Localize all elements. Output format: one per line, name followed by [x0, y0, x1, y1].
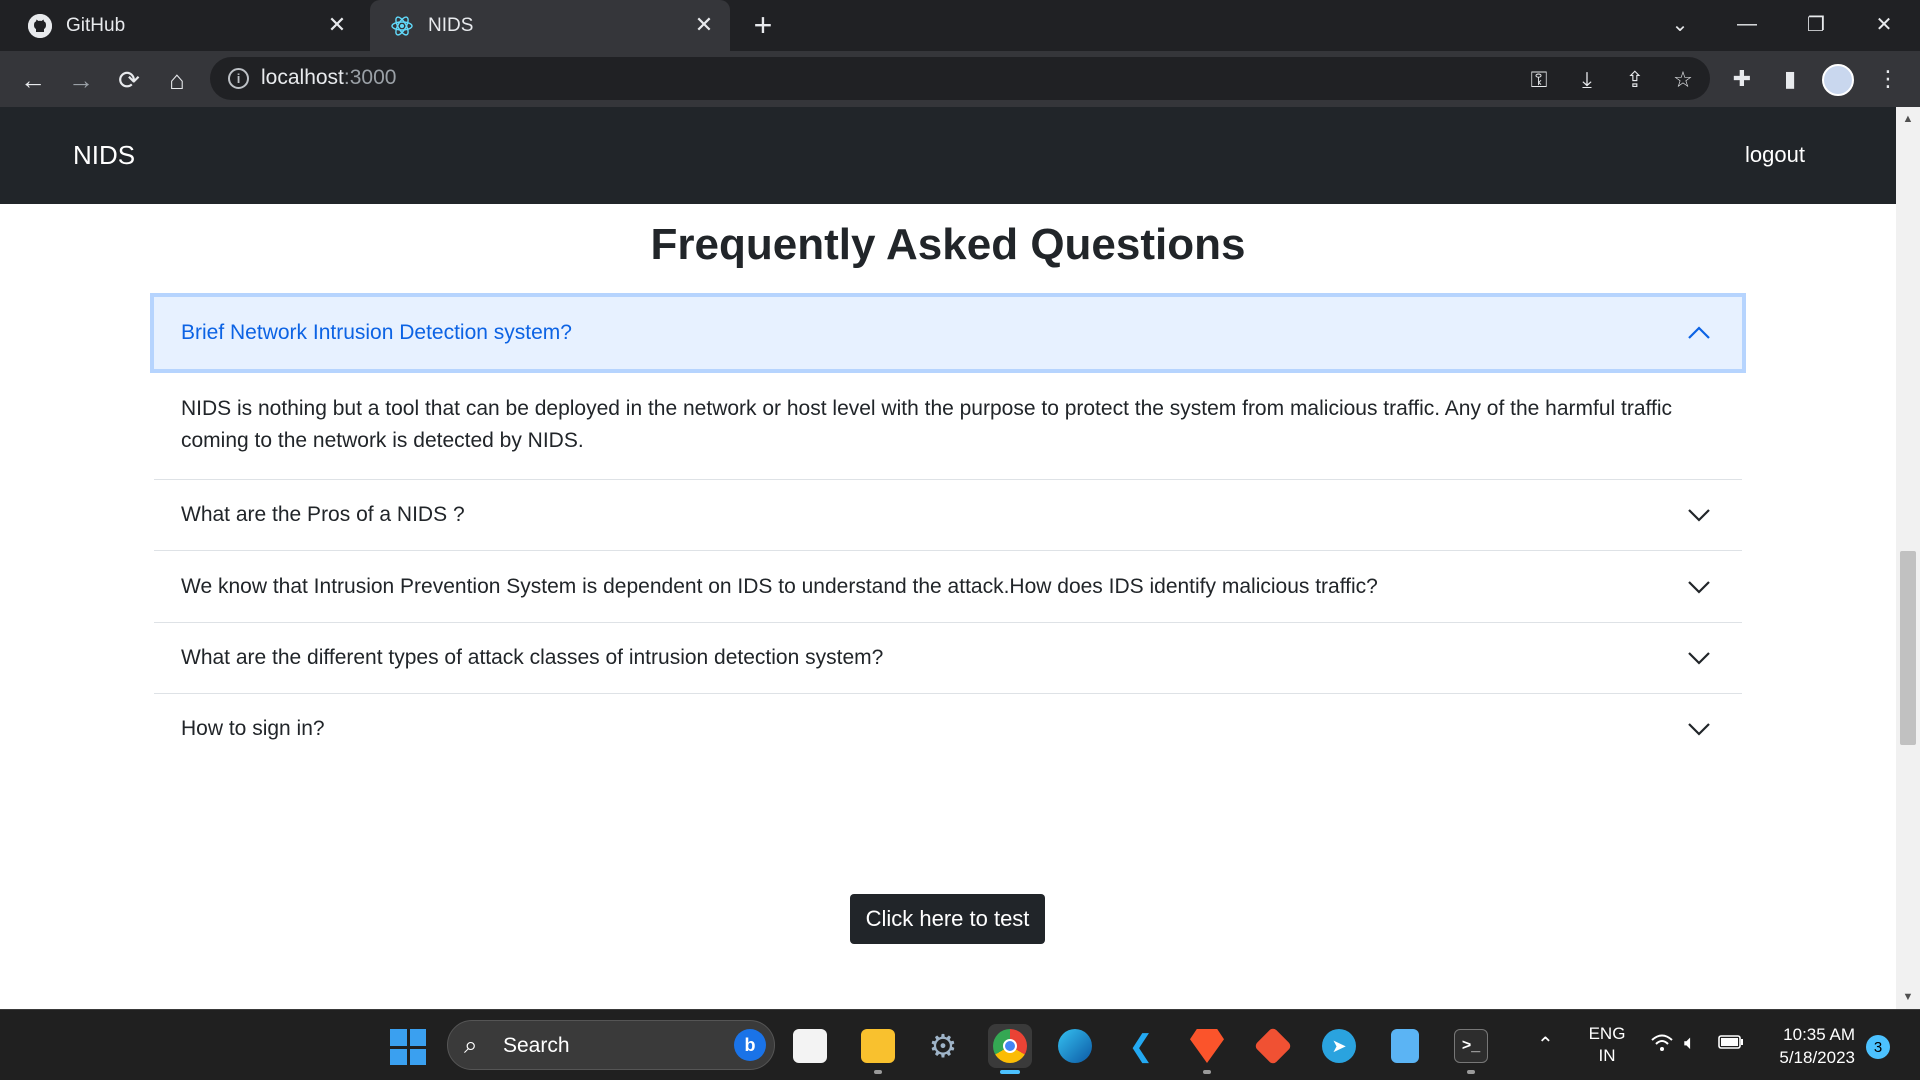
chevron-up-icon	[1686, 320, 1712, 346]
faq-accordion: Brief Network Intrusion Detection system…	[150, 293, 1746, 764]
clock-time: 10:35 AM	[1783, 1025, 1855, 1044]
back-arrow-icon[interactable]: ←	[16, 63, 50, 97]
notepad-app-icon[interactable]	[1383, 1024, 1427, 1068]
page-title: Frequently Asked Questions	[650, 220, 1246, 269]
accordion-header-ids-identify[interactable]: We know that Intrusion Prevention System…	[154, 551, 1742, 622]
side-panel-icon[interactable]: ▮	[1774, 63, 1806, 95]
tab-github[interactable]: GitHub ✕	[28, 0, 363, 51]
url-port: :3000	[343, 66, 397, 89]
chevron-down-icon	[1686, 716, 1712, 742]
share-icon[interactable]: ⇪	[1621, 66, 1649, 94]
github-icon	[28, 13, 52, 38]
notification-badge[interactable]: 3	[1866, 1035, 1890, 1059]
show-hidden-icons-chevron-icon[interactable]: ⌃	[1537, 1032, 1554, 1057]
language-code: ENG	[1588, 1024, 1626, 1043]
accordion-header-attack-classes[interactable]: What are the different types of attack c…	[154, 623, 1742, 693]
chrome-app-icon[interactable]	[988, 1024, 1032, 1074]
window-close-icon[interactable]: ✕	[1864, 8, 1904, 40]
chevron-down-icon	[1686, 502, 1712, 528]
accordion-answer: NIDS is nothing but a tool that can be d…	[181, 397, 1672, 452]
edge-app-icon[interactable]	[1053, 1024, 1097, 1068]
page-scrollbar[interactable]: ▲ ▼	[1896, 107, 1920, 1009]
volume-icon[interactable]: 🔈︎	[1684, 1032, 1696, 1055]
accordion-item: How to sign in?	[154, 694, 1742, 764]
info-icon[interactable]: i	[228, 68, 249, 89]
battery-icon[interactable]	[1718, 1034, 1744, 1055]
accordion-question: What are the different types of attack c…	[181, 646, 884, 669]
wifi-icon[interactable]	[1650, 1032, 1674, 1060]
terminal-app-icon[interactable]: >_	[1449, 1024, 1493, 1074]
page-viewport: NIDS logout Frequently Asked Questions B…	[0, 107, 1896, 1009]
browser-tab-strip: GitHub ✕ NIDS ✕ + ⌄ — ❐ ✕	[0, 0, 1920, 51]
scroll-down-arrow-icon[interactable]: ▼	[1902, 991, 1914, 1003]
restore-icon[interactable]: ❐	[1796, 8, 1836, 40]
close-icon[interactable]: ✕	[325, 12, 349, 37]
telegram-app-icon[interactable]: ➤	[1317, 1024, 1361, 1068]
tab-nids[interactable]: NIDS ✕	[370, 0, 730, 51]
chevron-down-icon	[1686, 645, 1712, 671]
accordion-header-sign-in[interactable]: How to sign in?	[154, 694, 1742, 764]
language-indicator[interactable]: ENG IN	[1587, 1023, 1627, 1067]
forward-arrow-icon[interactable]: →	[64, 63, 98, 97]
profile-avatar[interactable]	[1822, 64, 1854, 96]
accordion-item: What are the different types of attack c…	[154, 623, 1742, 694]
install-app-icon[interactable]: ⤓	[1573, 66, 1601, 94]
accordion-question: We know that Intrusion Prevention System…	[181, 574, 1378, 598]
react-icon	[390, 14, 414, 38]
logout-link[interactable]: logout	[1745, 142, 1805, 168]
taskbar-search-box[interactable]: ⌕ Search b	[447, 1020, 775, 1070]
accordion-header-brief-nids[interactable]: Brief Network Intrusion Detection system…	[150, 293, 1746, 373]
browser-toolbar: ← → ⟳ ⌂ i localhost:3000 ⚿ ⤓ ⇪ ☆ ✚ ▮ ⋮	[0, 51, 1920, 107]
brave-app-icon[interactable]	[1185, 1024, 1229, 1074]
vscode-app-icon[interactable]: ❮	[1119, 1024, 1163, 1068]
settings-gear-icon[interactable]: ⚙	[921, 1024, 965, 1068]
accordion-item: What are the Pros of a NIDS ?	[154, 480, 1742, 551]
minimize-icon[interactable]: —	[1727, 8, 1767, 40]
scroll-up-arrow-icon[interactable]: ▲	[1902, 113, 1914, 125]
accordion-question: Brief Network Intrusion Detection system…	[181, 321, 572, 344]
clock[interactable]: 10:35 AM 5/18/2023	[1770, 1023, 1855, 1069]
chevron-down-icon	[1686, 574, 1712, 600]
tab-title: NIDS	[428, 14, 474, 36]
windows-taskbar: ⌕ Search b ⚙ ❮ ➤ >_ ⌃ ENG IN 🔈︎ 10:35 AM…	[0, 1009, 1920, 1080]
reload-icon[interactable]: ⟳	[112, 63, 146, 97]
click-here-to-test-button[interactable]: Click here to test	[850, 894, 1045, 944]
bing-icon[interactable]: b	[734, 1029, 766, 1061]
windows-start-icon[interactable]	[390, 1029, 426, 1065]
tab-title: GitHub	[66, 14, 126, 36]
scrollbar-thumb[interactable]	[1900, 551, 1916, 745]
tab-search-chevron-icon[interactable]: ⌄	[1660, 8, 1700, 40]
app-navbar: NIDS logout	[0, 107, 1896, 204]
search-icon: ⌕	[464, 1032, 478, 1059]
url-host: localhost	[261, 66, 344, 89]
accordion-item: We know that Intrusion Prevention System…	[154, 551, 1742, 623]
key-icon[interactable]: ⚿	[1525, 66, 1553, 94]
address-bar[interactable]: i localhost:3000 ⚿ ⤓ ⇪ ☆	[210, 57, 1710, 100]
clock-date: 5/18/2023	[1779, 1048, 1855, 1067]
accordion-header-pros[interactable]: What are the Pros of a NIDS ?	[154, 480, 1742, 550]
accordion-question: How to sign in?	[181, 717, 325, 740]
git-app-icon[interactable]	[1251, 1024, 1295, 1068]
region-code: IN	[1598, 1046, 1616, 1065]
more-menu-icon[interactable]: ⋮	[1872, 63, 1904, 95]
extensions-puzzle-icon[interactable]: ✚	[1726, 63, 1758, 95]
new-tab-plus-icon[interactable]: +	[748, 9, 778, 41]
home-icon[interactable]: ⌂	[160, 63, 194, 97]
bookmark-star-icon[interactable]: ☆	[1669, 66, 1697, 94]
accordion-question: What are the Pros of a NIDS ?	[181, 503, 465, 526]
navbar-brand[interactable]: NIDS	[73, 140, 135, 171]
close-icon[interactable]: ✕	[692, 12, 716, 37]
accordion-item: Brief Network Intrusion Detection system…	[150, 293, 1746, 480]
store-app-icon[interactable]	[788, 1024, 832, 1068]
search-label: Search	[503, 1034, 570, 1057]
url-text[interactable]: localhost:3000	[261, 66, 396, 90]
file-explorer-icon[interactable]	[856, 1024, 900, 1074]
